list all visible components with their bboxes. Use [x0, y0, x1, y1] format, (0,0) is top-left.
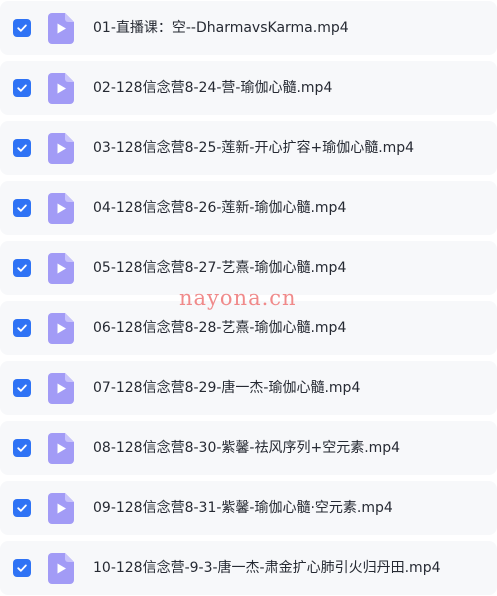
file-checkbox[interactable]	[13, 259, 31, 277]
video-file-icon	[48, 433, 74, 464]
check-icon	[17, 504, 27, 512]
file-checkbox[interactable]	[13, 439, 31, 457]
video-file-icon	[48, 373, 74, 404]
file-row[interactable]: 10-128信念营-9-3-唐一杰-肃金扩心肺引火归丹田.mp4	[0, 541, 497, 595]
file-name: 09-128信念营8-31-紫馨-瑜伽心髓·空元素.mp4	[93, 500, 393, 516]
file-row[interactable]: 05-128信念营8-27-艺熹-瑜伽心髓.mp4	[0, 241, 497, 295]
file-name: 06-128信念营8-28-艺熹-瑜伽心髓.mp4	[93, 320, 347, 336]
file-name: 03-128信念营8-25-莲新-开心扩容+瑜伽心髓.mp4	[93, 140, 415, 156]
file-name: 04-128信念营8-26-莲新-瑜伽心髓.mp4	[93, 200, 347, 216]
video-file-icon	[48, 253, 74, 284]
check-icon	[17, 384, 27, 392]
check-icon	[17, 144, 27, 152]
file-checkbox[interactable]	[13, 19, 31, 37]
video-file-icon	[48, 13, 74, 44]
file-checkbox[interactable]	[13, 139, 31, 157]
file-name: 10-128信念营-9-3-唐一杰-肃金扩心肺引火归丹田.mp4	[93, 560, 441, 576]
file-checkbox[interactable]	[13, 559, 31, 577]
check-icon	[17, 84, 27, 92]
check-icon	[17, 24, 27, 32]
file-checkbox[interactable]	[13, 499, 31, 517]
file-name: 02-128信念营8-24-营-瑜伽心髓.mp4	[93, 80, 333, 96]
check-icon	[17, 264, 27, 272]
file-row[interactable]: 08-128信念营8-30-紫馨-祛风序列+空元素.mp4	[0, 421, 497, 475]
video-file-icon	[48, 493, 74, 524]
file-checkbox[interactable]	[13, 319, 31, 337]
file-row[interactable]: 04-128信念营8-26-莲新-瑜伽心髓.mp4	[0, 181, 497, 235]
video-file-icon	[48, 73, 74, 104]
video-file-icon	[48, 313, 74, 344]
file-row[interactable]: 01-直播课：空--DharmavsKarma.mp4	[0, 1, 497, 55]
check-icon	[17, 444, 27, 452]
file-row[interactable]: 06-128信念营8-28-艺熹-瑜伽心髓.mp4	[0, 301, 497, 355]
file-row[interactable]: 03-128信念营8-25-莲新-开心扩容+瑜伽心髓.mp4	[0, 121, 497, 175]
check-icon	[17, 204, 27, 212]
file-name: 08-128信念营8-30-紫馨-祛风序列+空元素.mp4	[93, 440, 401, 456]
file-row[interactable]: 07-128信念营8-29-唐一杰-瑜伽心髓.mp4	[0, 361, 497, 415]
video-file-icon	[48, 133, 74, 164]
check-icon	[17, 564, 27, 572]
file-row[interactable]: 09-128信念营8-31-紫馨-瑜伽心髓·空元素.mp4	[0, 481, 497, 535]
video-file-icon	[48, 193, 74, 224]
file-row[interactable]: 02-128信念营8-24-营-瑜伽心髓.mp4	[0, 61, 497, 115]
file-checkbox[interactable]	[13, 199, 31, 217]
file-name: 07-128信念营8-29-唐一杰-瑜伽心髓.mp4	[93, 380, 361, 396]
file-name: 05-128信念营8-27-艺熹-瑜伽心髓.mp4	[93, 260, 347, 276]
file-checkbox[interactable]	[13, 79, 31, 97]
file-name: 01-直播课：空--DharmavsKarma.mp4	[93, 20, 349, 36]
check-icon	[17, 324, 27, 332]
file-checkbox[interactable]	[13, 379, 31, 397]
video-file-icon	[48, 553, 74, 584]
file-list: 01-直播课：空--DharmavsKarma.mp4 02-128信念营8-2…	[0, 0, 497, 596]
